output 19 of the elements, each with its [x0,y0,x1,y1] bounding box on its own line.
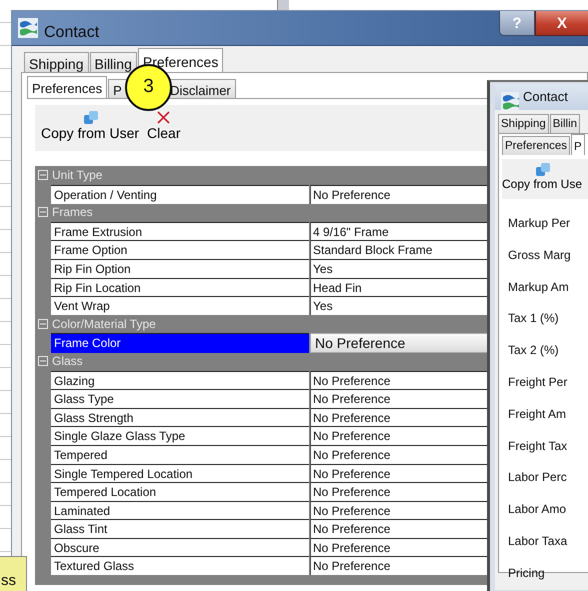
group-header: Frames [52,204,93,222]
field-label: Gross Marg [508,248,572,264]
field-label: Freight Am [508,406,568,423]
group-header: Unit Type [52,167,102,184]
field-label: Tax 2 (%) [508,343,560,360]
field-label: Freight Tax [508,438,568,455]
field-label: Markup Per [508,216,572,232]
group-header: Color/Material Type [52,316,156,334]
note-text: ss [0,556,27,591]
field-label: Labor Taxa [508,534,568,550]
field-label: Labor Amo [508,502,568,518]
field-label: Markup Am [508,280,570,296]
field-label: Pricing [508,566,546,582]
field-label: Freight Per [508,374,568,391]
group-header: Glass [52,353,83,370]
window-title: Contact [523,88,568,106]
window-title: Contact [44,23,100,43]
field-label: Labor Perc [508,470,568,486]
field-label: Tax 1 (%) [508,311,560,328]
